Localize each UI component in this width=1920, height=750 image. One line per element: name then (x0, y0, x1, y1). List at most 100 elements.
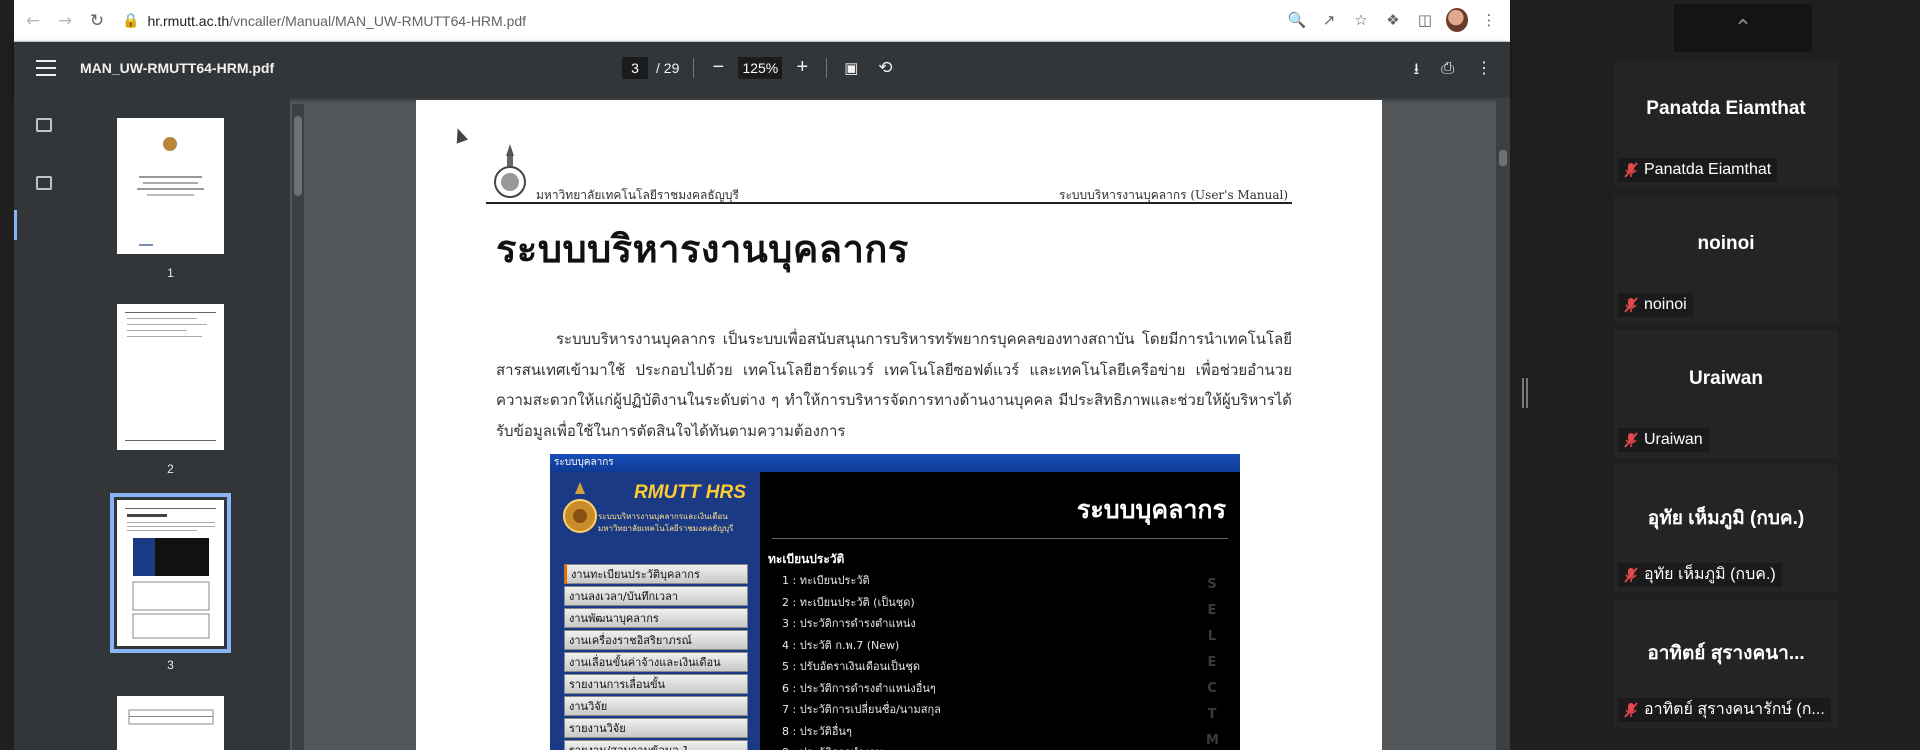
vertical-letter: T (1207, 707, 1217, 722)
toolbar-divider (826, 57, 828, 78)
page-total: / 29 (656, 59, 680, 76)
profile-avatar[interactable] (1446, 8, 1468, 32)
thumbnail-page-3[interactable] (110, 493, 231, 653)
thumbnail-page-2[interactable] (117, 304, 224, 450)
embedded-section-title: ทะเบียนประวัติ (768, 552, 845, 566)
thumbnail-page-3-preview (125, 508, 216, 639)
participant-label: Panatda Eiamthat (1618, 158, 1778, 182)
participant-name: อุทัย เห็มภูมิ (กบค.) (1647, 508, 1805, 529)
participant-tile[interactable]: อาทิตย์ สุรางคนา... อาทิตย์ สุรางคนารักษ… (1614, 600, 1838, 728)
address-bar: ← → ↻ 🔒 hr.rmutt.ac.th /vncaller/Manual/… (14, 0, 1510, 42)
participant-name: Panatda Eiamthat (1646, 98, 1806, 119)
vertical-letter: E (1207, 603, 1217, 618)
zoom-out-icon[interactable]: − (708, 56, 728, 79)
vertical-letter: M (1206, 733, 1219, 748)
outline-view-icon[interactable] (36, 176, 52, 190)
participant-label: อาทิตย์ สุรางคนารักษ์ (ก... (1618, 698, 1831, 722)
back-icon[interactable]: ← (20, 8, 46, 34)
pdf-toolbar: MAN_UW-RMUTT64-HRM.pdf 3 / 29 − 125% + ▣… (14, 42, 1510, 98)
reload-icon[interactable]: ↻ (84, 8, 110, 34)
embedded-list-item: 9 : ประวัติการทำงาน (782, 742, 941, 750)
participant-label-text: อาทิตย์ สุรางคนารักษ์ (ก... (1644, 701, 1825, 718)
participant-label-text: Uraiwan (1644, 431, 1703, 448)
embedded-list-item: 4 : ประวัติ ก.พ.7 (New) (782, 638, 900, 652)
participant-tile[interactable]: Uraiwan Uraiwan (1614, 330, 1838, 458)
embedded-list-item: 6 : ประวัติการดำรงตำแหน่งอื่นๆ (782, 681, 936, 695)
embedded-menu-item: รายงานการเลื่อนขั้น (564, 674, 748, 694)
embedded-list-item: 7 : ประวัติการเปลี่ยนชื่อ/นามสกุล (782, 703, 941, 716)
bookmark-star-icon[interactable]: ☆ (1350, 8, 1372, 32)
embedded-app-screenshot: ระบบบุคลากร RMUTT HRS ระบบบริหารงานบุคลา… (550, 454, 1240, 750)
thumbnail-page-1[interactable] (117, 118, 224, 254)
embedded-menu-item: งานเลื่อนขั้นค่าจ้างและเงินเดือน (564, 652, 748, 672)
embedded-left-panel: RMUTT HRS ระบบบริหารงานบุคลากรและเงินเดื… (550, 472, 760, 750)
forward-icon[interactable]: → (52, 8, 78, 34)
page-controls: 3 / 29 − 125% + ▣ ⟲ (622, 56, 895, 79)
chevron-up-icon: ⌃ (1733, 15, 1753, 41)
side-panel-icon[interactable]: ◫ (1414, 8, 1436, 32)
fit-page-icon[interactable]: ▣ (841, 59, 861, 77)
thumbnail-page-2-preview (125, 312, 216, 441)
mouse-cursor-icon (451, 126, 469, 144)
page-number-input[interactable]: 3 (622, 56, 648, 79)
mic-off-icon (1624, 432, 1638, 448)
participant-tile[interactable]: noinoi noinoi (1614, 195, 1838, 323)
extensions-icon[interactable]: ❖ (1382, 8, 1404, 32)
embedded-menu-item: รายงาน/สอบถามข้อมูล 1 (564, 740, 748, 750)
zoom-icon[interactable]: 🔍 (1286, 8, 1308, 32)
lock-icon[interactable]: 🔒 (122, 12, 139, 29)
embedded-menu-item: งานลงเวลา/บันทึกเวลา (564, 586, 748, 606)
zoom-level-input[interactable]: 125% (738, 56, 783, 79)
thumbnail-page-4-preview (128, 709, 214, 725)
participant-label-text: อุทัย เห็มภูมิ (กบค.) (1644, 566, 1776, 583)
browser-actions: 🔍 ↗ ☆ ❖ ◫ ⋮ (1286, 8, 1500, 32)
pdf-file-name: MAN_UW-RMUTT64-HRM.pdf (80, 60, 275, 76)
university-emblem-icon (494, 144, 526, 198)
thumbnails-view-icon[interactable] (36, 118, 52, 132)
embedded-list-item: 2 : ทะเบียนประวัติ (เป็นชุด) (782, 595, 915, 609)
embedded-menu: งานทะเบียนประวัติบุคลากร งานลงเวลา/บันทึ… (564, 564, 748, 750)
embedded-brand-university: มหาวิทยาลัยเทคโนโลยีราชมงคลธัญบุรี (598, 524, 734, 533)
browser-menu-icon[interactable]: ⋮ (1478, 8, 1500, 32)
rail-selected-indicator (14, 210, 17, 240)
url-path: /vncaller/Manual/MAN_UW-RMUTT64-HRM.pdf (229, 12, 527, 29)
download-icon[interactable]: ⭳ (1414, 58, 1420, 85)
toolbar-divider (693, 57, 695, 78)
embedded-divider (772, 538, 1228, 539)
print-icon[interactable]: ⎙ (1441, 58, 1454, 85)
participant-tile[interactable]: อุทัย เห็มภูมิ (กบค.) อุทัย เห็มภูมิ (กบ… (1614, 465, 1838, 593)
participant-tile[interactable]: Panatda Eiamthat Panatda Eiamthat (1614, 60, 1838, 188)
pdf-actions: ⭳ ⎙ ⋮ (1414, 58, 1492, 85)
participant-name: noinoi (1697, 233, 1755, 254)
thumbnail-label-1: 1 (167, 266, 174, 280)
url-host: hr.rmutt.ac.th (147, 12, 230, 29)
embedded-menu-item: งานพัฒนาบุคลากร (564, 608, 748, 628)
sidebar-scrollbar[interactable] (292, 104, 304, 750)
document-scrollbar[interactable] (1496, 98, 1510, 750)
url-field[interactable]: 🔒 hr.rmutt.ac.th /vncaller/Manual/MAN_UW… (122, 12, 526, 29)
thumbnail-page-1-preview (137, 137, 204, 246)
sidebar-menu-icon[interactable] (36, 60, 56, 76)
vertical-letter: C (1207, 681, 1217, 696)
thumbnail-page-4[interactable] (117, 696, 224, 750)
collapse-panel-button[interactable]: ⌃ (1674, 4, 1812, 52)
panel-resize-handle[interactable] (1522, 378, 1528, 408)
document-title: ระบบบริหารงานบุคลากร (496, 227, 909, 271)
mic-off-icon (1624, 702, 1638, 718)
rotate-icon[interactable]: ⟲ (875, 58, 895, 78)
embedded-menu-item: งานวิจัย (564, 696, 748, 716)
share-icon[interactable]: ↗ (1318, 8, 1340, 32)
participant-label-text: noinoi (1644, 296, 1687, 313)
embedded-list-item: 5 : ปรับอัตราเงินเดือนเป็นชุด (782, 660, 920, 673)
thumbnail-label-3: 3 (167, 658, 174, 672)
vertical-letter: S (1207, 577, 1217, 592)
thumbnail-sidebar: 1 2 3 (14, 98, 290, 750)
embedded-heading: ระบบบุคลากร (1076, 495, 1226, 524)
zoom-in-icon[interactable]: + (792, 56, 812, 79)
embedded-list-item: 1 : ทะเบียนประวัติ (782, 574, 870, 587)
mic-off-icon (1624, 297, 1638, 313)
participant-label: อุทัย เห็มภูมิ (กบค.) (1618, 563, 1782, 587)
more-options-icon[interactable]: ⋮ (1476, 58, 1492, 85)
embedded-menu-item: งานเครื่องราชอิสริยาภรณ์ (564, 630, 748, 650)
embedded-list-item: 3 : ประวัติการดำรงตำแหน่ง (782, 617, 916, 630)
